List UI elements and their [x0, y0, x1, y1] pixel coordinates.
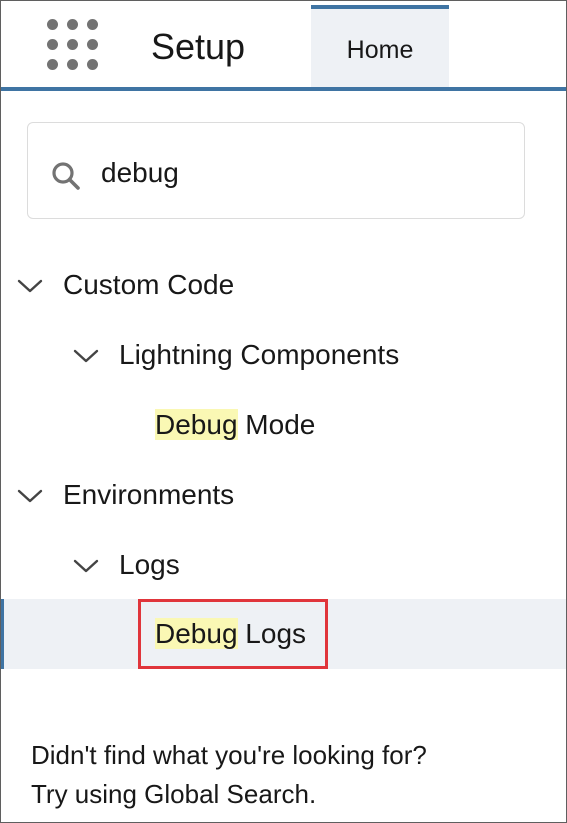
- grid-icon: [47, 19, 58, 30]
- header: Setup Home: [1, 1, 566, 91]
- tab-home[interactable]: Home: [311, 5, 449, 87]
- tab-home-label: Home: [346, 36, 414, 64]
- hint-line-2: Try using Global Search.: [31, 779, 317, 809]
- tree-item-environments[interactable]: Environments: [1, 460, 566, 530]
- tree-item-logs[interactable]: Logs: [1, 530, 566, 600]
- search-match-highlight: Debug: [155, 618, 238, 649]
- chevron-down-icon: [17, 279, 43, 293]
- hint-line-1: Didn't find what you're looking for?: [31, 740, 427, 770]
- tree-item-label: Custom Code: [63, 269, 235, 300]
- tree-item-custom-code[interactable]: Custom Code: [1, 250, 566, 320]
- search-icon: [52, 162, 80, 190]
- header-divider: [1, 87, 566, 91]
- tree-item-debug-logs[interactable]: Debug Logs: [1, 599, 566, 669]
- setup-panel: Setup Home Custom Code Lightning Compone…: [0, 0, 567, 823]
- chevron-down-icon: [17, 489, 43, 503]
- tree-item-label: Lightning Components: [119, 339, 400, 370]
- no-results-hint: Didn't find what you're looking for? Try…: [31, 736, 427, 814]
- chevron-down-icon: [73, 349, 99, 363]
- quick-find-input[interactable]: [101, 153, 501, 193]
- search-match-highlight: Debug: [155, 409, 238, 440]
- tree-item-lightning-components[interactable]: Lightning Components: [1, 320, 566, 390]
- tree-item-label: Environments: [63, 479, 235, 510]
- tree-item-label: Logs: [119, 549, 180, 580]
- chevron-down-icon: [73, 559, 99, 573]
- tree-item-label: Debug Mode: [155, 409, 316, 440]
- tree-item-label: Debug Logs: [155, 618, 307, 649]
- app-launcher-button[interactable]: [47, 19, 101, 73]
- tree-item-debug-mode[interactable]: Debug Mode: [1, 390, 566, 460]
- page-title: Setup: [151, 26, 246, 67]
